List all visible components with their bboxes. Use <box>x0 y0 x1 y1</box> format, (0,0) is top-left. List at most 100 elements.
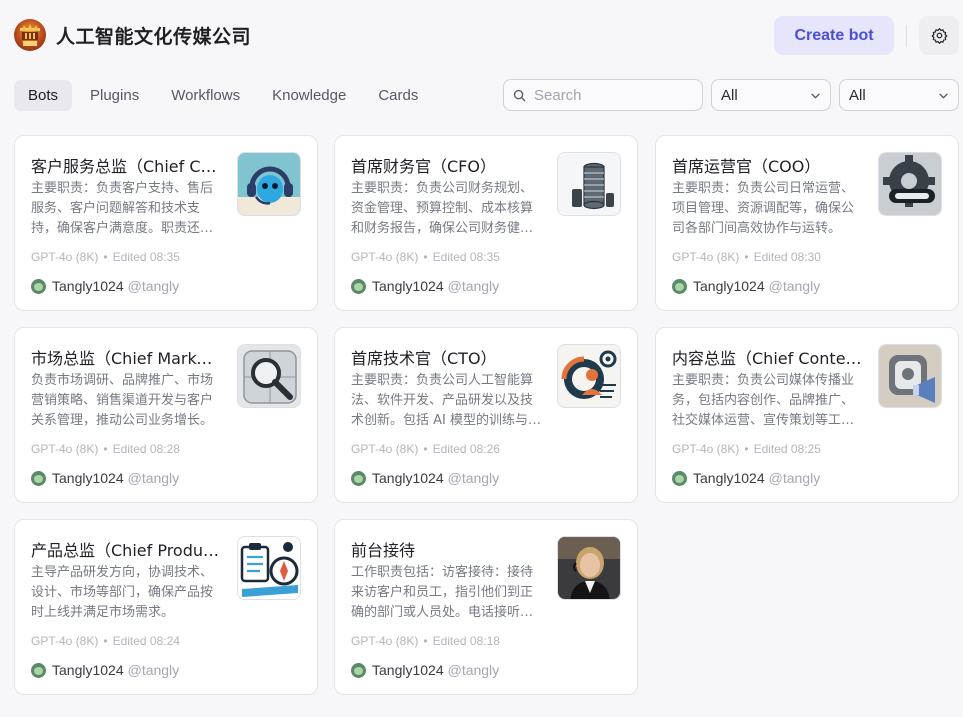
bot-card-meta: GPT-4o (8K) • Edited 08:18 <box>351 634 500 648</box>
bot-card-meta: GPT-4o (8K) • Edited 08:24 <box>31 634 180 648</box>
bot-card-cfo[interactable]: 首席财务官（CFO） 主要职责：负责公司财务规划、资金管理、预算控制、成本核算和… <box>334 135 638 311</box>
author-name: Tangly1024 <box>372 278 444 294</box>
bot-avatar-image <box>557 344 621 408</box>
bot-card-title: 客户服务总监（Chief Customer Service Officer） <box>31 157 221 176</box>
edited-time: Edited 08:30 <box>753 250 821 264</box>
bot-card-title: 首席运营官（COO） <box>672 157 821 176</box>
author-name: Tangly1024 <box>52 662 124 678</box>
bot-card-title: 首席财务官（CFO） <box>351 157 496 176</box>
edited-time: Edited 08:24 <box>112 634 180 648</box>
bot-card-author: Tangly1024 @tangly <box>31 276 179 296</box>
author-name: Tangly1024 <box>52 278 124 294</box>
tab-knowledge[interactable]: Knowledge <box>258 80 360 111</box>
bot-card-author: Tangly1024 @tangly <box>31 468 179 488</box>
author-handle: @tangly <box>127 470 180 486</box>
model-label: GPT-4o (8K) <box>31 442 99 456</box>
search-input[interactable] <box>534 86 694 104</box>
bot-card-cpo[interactable]: 产品总监（Chief Product Officer） 主导产品研发方向，协调技… <box>14 519 318 695</box>
tab-cards[interactable]: Cards <box>364 80 432 111</box>
edited-time: Edited 08:18 <box>432 634 500 648</box>
author-name: Tangly1024 <box>693 278 765 294</box>
clipboard-compass-icon <box>238 537 300 599</box>
author-handle: @tangly <box>127 662 180 678</box>
settings-button[interactable] <box>919 16 959 55</box>
bot-card-description: 主要职责：负责公司媒体传播业务，包括内容创作、品牌推广、社交媒体运营、宣传策划等… <box>672 373 855 428</box>
tab-plugins[interactable]: Plugins <box>76 80 153 111</box>
model-label: GPT-4o (8K) <box>31 634 99 648</box>
bot-card-cmo[interactable]: 市场总监（Chief Marketing Officer） 负责市场调研、品牌推… <box>14 327 318 503</box>
filter-select-type-value: All <box>721 86 738 104</box>
bot-avatar-image <box>878 152 942 216</box>
edited-time: Edited 08:26 <box>432 442 500 456</box>
tech-person-gear-icon <box>558 345 620 407</box>
filter-select-type[interactable]: All <box>711 79 831 111</box>
bot-avatar-image <box>237 152 301 216</box>
edited-time: Edited 08:35 <box>112 250 180 264</box>
model-label: GPT-4o (8K) <box>672 250 740 264</box>
meta-separator: • <box>423 634 428 648</box>
author-handle: @tangly <box>768 278 821 294</box>
model-label: GPT-4o (8K) <box>31 250 99 264</box>
bot-card-title: 市场总监（Chief Marketing Officer） <box>31 349 221 368</box>
bot-avatar-image <box>878 344 942 408</box>
bot-card-author: Tangly1024 @tangly <box>31 660 179 680</box>
bot-card-title: 产品总监（Chief Product Officer） <box>31 541 221 560</box>
search-box[interactable] <box>503 79 703 111</box>
bot-card-reception[interactable]: 前台接待 工作职责包括：访客接待：接待来访客户和员工，指引他们到正确的部门或人员… <box>334 519 638 695</box>
bot-card-cco[interactable]: 内容总监（Chief Content Officer） 主要职责：负责公司媒体传… <box>655 327 959 503</box>
author-handle: @tangly <box>447 278 500 294</box>
bot-avatar-image <box>237 344 301 408</box>
bot-card-author: Tangly1024 @tangly <box>672 276 820 296</box>
model-label: GPT-4o (8K) <box>351 442 419 456</box>
gear-icon <box>930 27 948 44</box>
edited-time: Edited 08:25 <box>753 442 821 456</box>
bot-avatar-image <box>557 152 621 216</box>
author-handle: @tangly <box>447 470 500 486</box>
tab-bar: Bots Plugins Workflows Knowledge Cards <box>14 80 436 111</box>
bot-avatar-image <box>237 536 301 600</box>
bot-card-meta: GPT-4o (8K) • Edited 08:35 <box>351 250 500 264</box>
avatar <box>31 278 46 294</box>
author-name: Tangly1024 <box>372 470 444 486</box>
bot-card-meta: GPT-4o (8K) • Edited 08:26 <box>351 442 500 456</box>
meta-separator: • <box>103 634 108 648</box>
megaphone-icon <box>879 345 941 407</box>
bot-card-author: Tangly1024 @tangly <box>351 468 499 488</box>
meta-separator: • <box>744 250 749 264</box>
bot-card-meta: GPT-4o (8K) • Edited 08:25 <box>672 442 821 456</box>
edited-time: Edited 08:35 <box>432 250 500 264</box>
bot-card-author: Tangly1024 @tangly <box>351 276 499 296</box>
author-name: Tangly1024 <box>52 470 124 486</box>
avatar <box>351 470 366 486</box>
page-title: 人工智能文化传媒公司 <box>56 26 252 48</box>
company-logo-icon[interactable] <box>14 19 46 51</box>
avatar <box>672 470 687 486</box>
avatar <box>31 470 46 486</box>
coin-stack-icon <box>558 153 620 215</box>
bot-card-cto[interactable]: 首席技术官（CTO） 主要职责：负责公司人工智能算法、软件开发、产品研发以及技术… <box>334 327 638 503</box>
bot-card-author: Tangly1024 @tangly <box>351 660 499 680</box>
bot-card-description: 主要职责：负责客户支持、售后服务、客户问题解答和技术支持，确保客户满意度。职责还… <box>31 181 214 236</box>
magnifier-icon <box>238 345 300 407</box>
meta-separator: • <box>423 442 428 456</box>
author-name: Tangly1024 <box>693 470 765 486</box>
author-name: Tangly1024 <box>372 662 444 678</box>
author-handle: @tangly <box>768 470 821 486</box>
tab-workflows[interactable]: Workflows <box>157 80 254 111</box>
author-handle: @tangly <box>447 662 500 678</box>
bot-card-description: 负责市场调研、品牌推广、市场营销策略、销售渠道开发与客户关系管理，推动公司业务增… <box>31 373 214 428</box>
bot-card-coo[interactable]: 首席运营官（COO） 主要职责：负责公司日常运营、项目管理、资源调配等，确保公司… <box>655 135 959 311</box>
tab-bots[interactable]: Bots <box>14 80 72 111</box>
bot-card-customer-service[interactable]: 客户服务总监（Chief Customer Service Officer） 主… <box>14 135 318 311</box>
filter-select-owner[interactable]: All <box>839 79 959 111</box>
bot-avatar-image <box>557 536 621 600</box>
bot-card-description: 主导产品研发方向，协调技术、设计、市场等部门，确保产品按时上线并满足市场需求。 <box>31 565 214 620</box>
model-label: GPT-4o (8K) <box>351 634 419 648</box>
bot-card-meta: GPT-4o (8K) • Edited 08:28 <box>31 442 180 456</box>
bot-card-description: 主要职责：负责公司人工智能算法、软件开发、产品研发以及技术创新。包括 AI 模型… <box>351 373 541 428</box>
create-bot-button[interactable]: Create bot <box>774 16 894 55</box>
bot-card-title: 前台接待 <box>351 541 416 560</box>
edited-time: Edited 08:28 <box>112 442 180 456</box>
meta-separator: • <box>103 250 108 264</box>
headset-robot-icon <box>238 153 300 215</box>
